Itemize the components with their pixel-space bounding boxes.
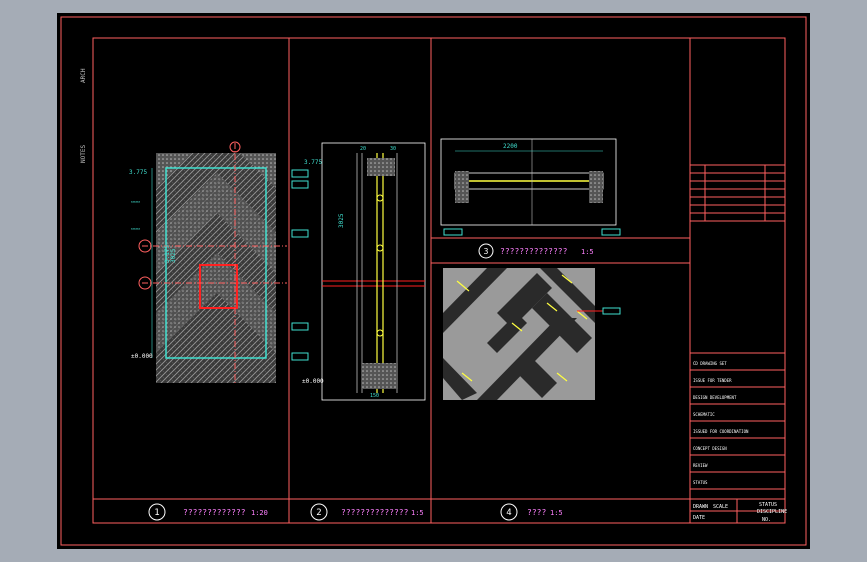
svg-text:ARCH: ARCH xyxy=(80,68,87,83)
label-scale: SCALE xyxy=(713,504,728,510)
svg-text:REVIEW: REVIEW xyxy=(693,463,708,468)
sec-base: 150 xyxy=(370,393,379,399)
panel-2-title: ?????????????? xyxy=(341,508,409,517)
panel-3-number: 3 xyxy=(484,247,489,256)
label-drawn: DRAWN xyxy=(693,504,708,510)
sec-top-level: 3.775 xyxy=(304,159,322,166)
svg-text:CONCEPT DESIGN: CONCEPT DESIGN xyxy=(693,446,727,451)
panel-4-title: ???? xyxy=(527,508,546,517)
panel-4-scale: 1:5 xyxy=(550,509,563,517)
panel-1-title: ????????????? xyxy=(183,508,246,517)
sec-w2: 30 xyxy=(390,146,396,152)
elev-bottom-level: ±0.000 xyxy=(131,353,153,360)
panel-1-caption: 1 ????????????? 1:20 xyxy=(148,503,268,521)
svg-text:▭▭▭: ▭▭▭ xyxy=(131,226,140,232)
label-no: NO. xyxy=(762,517,771,523)
panel-3-plan: 2200 xyxy=(440,138,621,236)
sec-bottom-level: ±0.000 xyxy=(302,378,324,385)
svg-text:ISSUED FOR COORDINATION: ISSUED FOR COORDINATION xyxy=(693,429,749,434)
elev-top-level: 3.775 xyxy=(129,169,147,176)
panel-2-number: 2 xyxy=(316,508,321,518)
label-discipline: DISCIPLINE xyxy=(757,509,787,515)
panel-4-number: 4 xyxy=(506,508,511,518)
panel-2-section: 3.775 ±0.000 20 30 150 3025 xyxy=(291,142,426,401)
panel-2-caption: 2 ?????????????? 1:5 xyxy=(310,503,424,521)
svg-text:CD DRAWING SET: CD DRAWING SET xyxy=(693,361,727,366)
svg-text:ISSUE FOR TENDER: ISSUE FOR TENDER xyxy=(693,378,732,383)
label-date: DATE xyxy=(693,515,705,521)
panel-3-title: ?????????????? xyxy=(500,247,568,256)
panel-3-caption: 3 ?????????????? 1:5 xyxy=(478,243,594,259)
label-status: STATUS xyxy=(759,502,777,508)
panel-1-scale: 1:20 xyxy=(251,509,268,517)
svg-text:NOTES: NOTES xyxy=(80,145,87,163)
panel-1-elevation: 3.775 ▭▭▭ ▭▭▭ 3.175 3025 ±0.000 xyxy=(129,141,287,383)
sec-w1: 20 xyxy=(360,146,366,152)
panel-1-number: 1 xyxy=(154,508,159,518)
svg-text:STATUS: STATUS xyxy=(693,480,708,485)
panel-4-caption: 4 ???? 1:5 xyxy=(500,503,563,521)
svg-text:▭▭▭: ▭▭▭ xyxy=(131,199,140,205)
panel-4-pattern xyxy=(443,268,621,400)
svg-text:DESIGN DEVELOPMENT: DESIGN DEVELOPMENT xyxy=(693,395,737,400)
drawing-sheet: ARCH NOTES 3.775 ▭▭▭ ▭▭▭ 3.175 3025 ±0.0… xyxy=(57,13,810,549)
title-block-content: CD DRAWING SET ISSUE FOR TENDER DESIGN D… xyxy=(690,164,787,523)
panel-2-scale: 1:5 xyxy=(411,509,424,517)
sec-height: 3025 xyxy=(338,213,345,228)
elev-height: 3025 xyxy=(170,248,177,263)
svg-text:SCHEMATIC: SCHEMATIC xyxy=(693,412,715,417)
plan-width: 2200 xyxy=(503,143,518,150)
panel-3-scale: 1:5 xyxy=(581,248,594,256)
